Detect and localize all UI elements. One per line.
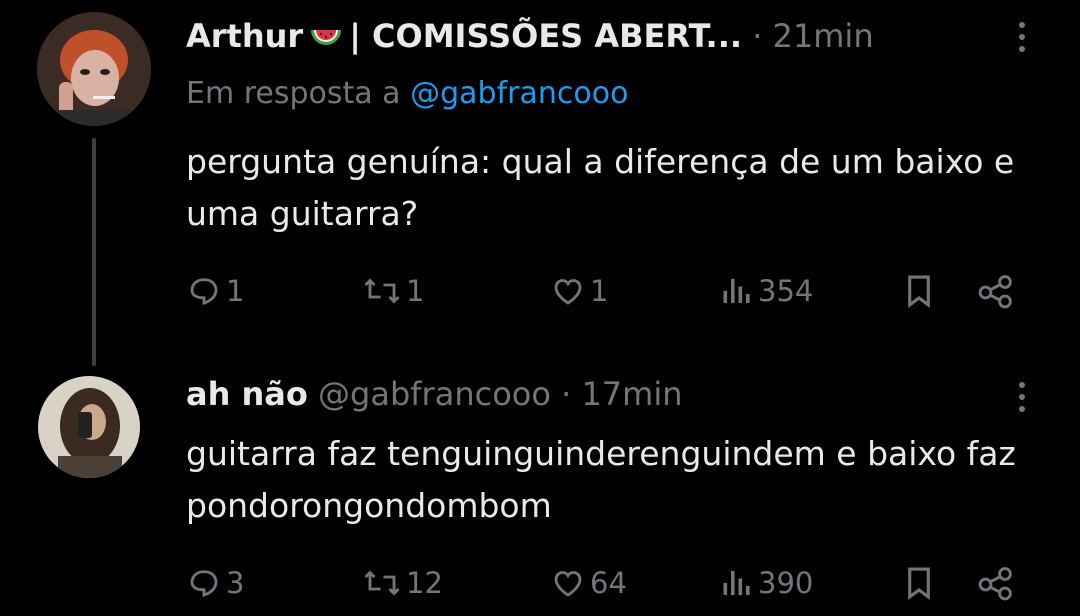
share-icon <box>976 565 1016 601</box>
reply-button[interactable]: 1 <box>186 266 244 316</box>
tweet-text: guitarra faz tenguinguinderenguindem e b… <box>186 434 1016 525</box>
like-count: 64 <box>590 566 627 600</box>
reply-icon <box>186 273 222 309</box>
tweet-actions: 1 1 1 354 <box>186 266 1036 316</box>
retweet-count: 1 <box>406 274 425 308</box>
author-name-suffix[interactable]: | COMISSÕES ABERT... <box>349 17 742 55</box>
views-icon <box>720 565 754 601</box>
bookmark-icon <box>902 564 936 602</box>
like-icon <box>550 273 586 309</box>
retweet-icon <box>362 273 402 309</box>
thread-connector-line <box>92 138 96 366</box>
share-icon <box>976 273 1016 309</box>
share-button[interactable] <box>976 266 1016 316</box>
views-button[interactable]: 390 <box>720 558 813 608</box>
reply-icon <box>186 565 222 601</box>
like-button[interactable]: 1 <box>550 266 608 316</box>
reply-count: 3 <box>226 566 245 600</box>
more-options-icon[interactable] <box>1016 22 1028 58</box>
like-count: 1 <box>590 274 609 308</box>
tweet-actions: 3 12 64 390 <box>186 558 1036 608</box>
views-count: 354 <box>758 274 814 308</box>
tweet-text: pergunta genuína: qual a diferença de um… <box>186 142 1015 233</box>
tweet-1[interactable]: Arthur | COMISSÕES ABERT... · 21min Em re… <box>0 0 1080 366</box>
views-button[interactable]: 354 <box>720 266 813 316</box>
retweet-icon <box>362 565 402 601</box>
reply-button[interactable]: 3 <box>186 558 244 608</box>
like-icon <box>550 565 586 601</box>
author-avatar[interactable] <box>37 12 151 126</box>
reply-prefix: Em resposta a <box>186 76 401 111</box>
tweet-2[interactable]: ah não @gabfrancooo · 17min guitarra faz… <box>0 360 1080 616</box>
reply-context: Em resposta a @gabfrancooo <box>186 74 628 114</box>
author-handle[interactable]: @gabfrancooo <box>318 375 551 413</box>
tweet-header: ah não @gabfrancooo · 17min <box>186 374 683 414</box>
bookmark-icon <box>902 272 936 310</box>
views-icon <box>720 273 754 309</box>
like-button[interactable]: 64 <box>550 558 627 608</box>
reply-count: 1 <box>226 274 245 308</box>
retweet-button[interactable]: 1 <box>362 266 424 316</box>
watermelon-icon <box>309 19 343 59</box>
tweet-time[interactable]: · 17min <box>561 375 682 413</box>
author-avatar[interactable] <box>38 376 140 478</box>
author-name[interactable]: Arthur <box>186 17 303 55</box>
tweet-header: Arthur | COMISSÕES ABERT... · 21min <box>186 16 874 59</box>
bookmark-button[interactable] <box>902 266 936 316</box>
retweet-count: 12 <box>406 566 443 600</box>
retweet-button[interactable]: 12 <box>362 558 443 608</box>
views-count: 390 <box>758 566 814 600</box>
share-button[interactable] <box>976 558 1016 608</box>
more-options-icon[interactable] <box>1016 382 1028 418</box>
reply-to-mention[interactable]: @gabfrancooo <box>410 76 628 111</box>
author-name[interactable]: ah não <box>186 375 308 413</box>
bookmark-button[interactable] <box>902 558 936 608</box>
tweet-time[interactable]: · 21min <box>752 17 873 55</box>
